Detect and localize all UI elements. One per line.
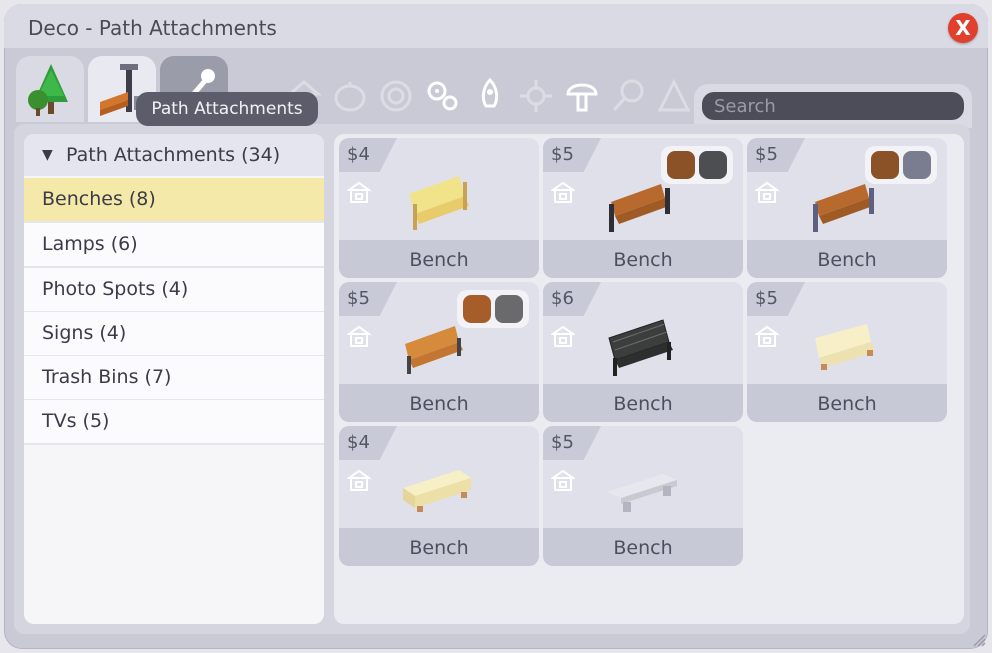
category-sidebar: ▼ Path Attachments (34) Benches (8) Lamp… (24, 134, 324, 624)
title-bar[interactable]: Deco - Path Attachments X (4, 4, 988, 48)
bench-image (607, 474, 677, 512)
pyramid-icon[interactable] (656, 78, 692, 114)
bench-image (609, 184, 670, 232)
item-card[interactable]: $5 Bench (543, 138, 743, 278)
sidebar-item-label: TVs (5) (42, 410, 110, 432)
item-card[interactable]: $6 Bench (543, 282, 743, 422)
house-icon (755, 181, 779, 203)
item-label: Bench (747, 384, 947, 422)
price-label: $5 (347, 288, 370, 309)
sidebar-header[interactable]: ▼ Path Attachments (34) (24, 134, 324, 176)
house-icon (755, 325, 779, 347)
bench-image (405, 326, 463, 374)
item-card[interactable]: $5 Bench (543, 426, 743, 566)
target-icon[interactable] (378, 78, 414, 114)
close-button[interactable]: X (948, 13, 978, 43)
item-label: Bench (339, 528, 539, 566)
sidebar-item-lamps[interactable]: Lamps (6) (24, 223, 324, 268)
sidebar-item-label: Lamps (6) (42, 233, 138, 255)
price-label: $4 (347, 144, 370, 165)
sidebar-item-trash-bins[interactable]: Trash Bins (7) (24, 356, 324, 401)
sidebar-item-signs[interactable]: Signs (4) (24, 312, 324, 357)
house-icon (347, 469, 371, 491)
tree-icon (28, 64, 68, 116)
collapse-triangle-icon[interactable]: ▼ (42, 134, 53, 176)
house-icon (551, 325, 575, 347)
sidebar-item-label: Benches (8) (42, 188, 156, 210)
price-label: $4 (347, 432, 370, 453)
rocket-icon[interactable] (472, 78, 508, 114)
search-input[interactable] (702, 92, 964, 120)
pumpkin-icon[interactable] (332, 78, 368, 114)
mushroom-icon[interactable] (564, 78, 600, 114)
item-card[interactable]: $4 Bench (339, 138, 539, 278)
swatch[interactable] (495, 295, 523, 323)
house-icon (551, 181, 575, 203)
price-label: $5 (755, 144, 778, 165)
item-label: Bench (543, 528, 743, 566)
gears-icon[interactable] (424, 78, 460, 114)
bench-image (813, 184, 874, 232)
item-label: Bench (339, 384, 539, 422)
item-label: Bench (543, 384, 743, 422)
swatch[interactable] (903, 151, 931, 179)
price-label: $5 (755, 288, 778, 309)
item-card[interactable]: $5 Bench (339, 282, 539, 422)
sidebar-item-label: Photo Spots (4) (42, 278, 189, 300)
sidebar-item-photo-spots[interactable]: Photo Spots (4) (24, 268, 324, 313)
tab-trees[interactable] (16, 56, 84, 122)
item-card[interactable]: $5 Bench (747, 138, 947, 278)
item-label: Bench (339, 240, 539, 278)
house-icon (347, 181, 371, 203)
swatch[interactable] (699, 151, 727, 179)
price-label: $6 (551, 288, 574, 309)
bench-image (815, 324, 875, 370)
sidebar-item-benches[interactable]: Benches (8) (24, 178, 324, 223)
tooltip: Path Attachments (136, 92, 318, 126)
bench-image (403, 470, 471, 512)
item-label: Bench (747, 240, 947, 278)
sidebar-header-label: Path Attachments (34) (66, 144, 281, 166)
price-label: $5 (551, 144, 574, 165)
item-label: Bench (543, 240, 743, 278)
item-card[interactable]: $5 Bench (747, 282, 947, 422)
house-icon (551, 469, 575, 491)
window-title: Deco - Path Attachments (28, 16, 277, 40)
price-label: $5 (551, 432, 574, 453)
resize-grip-icon[interactable] (972, 633, 986, 647)
house-icon (347, 325, 371, 347)
bench-image (608, 319, 673, 376)
sidebar-item-label: Trash Bins (7) (42, 366, 172, 388)
item-card[interactable]: $4 Bench (339, 426, 539, 566)
bench-image (409, 176, 469, 230)
lollipop-icon[interactable] (610, 78, 646, 114)
sidebar-item-label: Signs (4) (42, 322, 127, 344)
virus-icon[interactable] (518, 78, 554, 114)
sidebar-item-tvs[interactable]: TVs (5) (24, 400, 324, 445)
